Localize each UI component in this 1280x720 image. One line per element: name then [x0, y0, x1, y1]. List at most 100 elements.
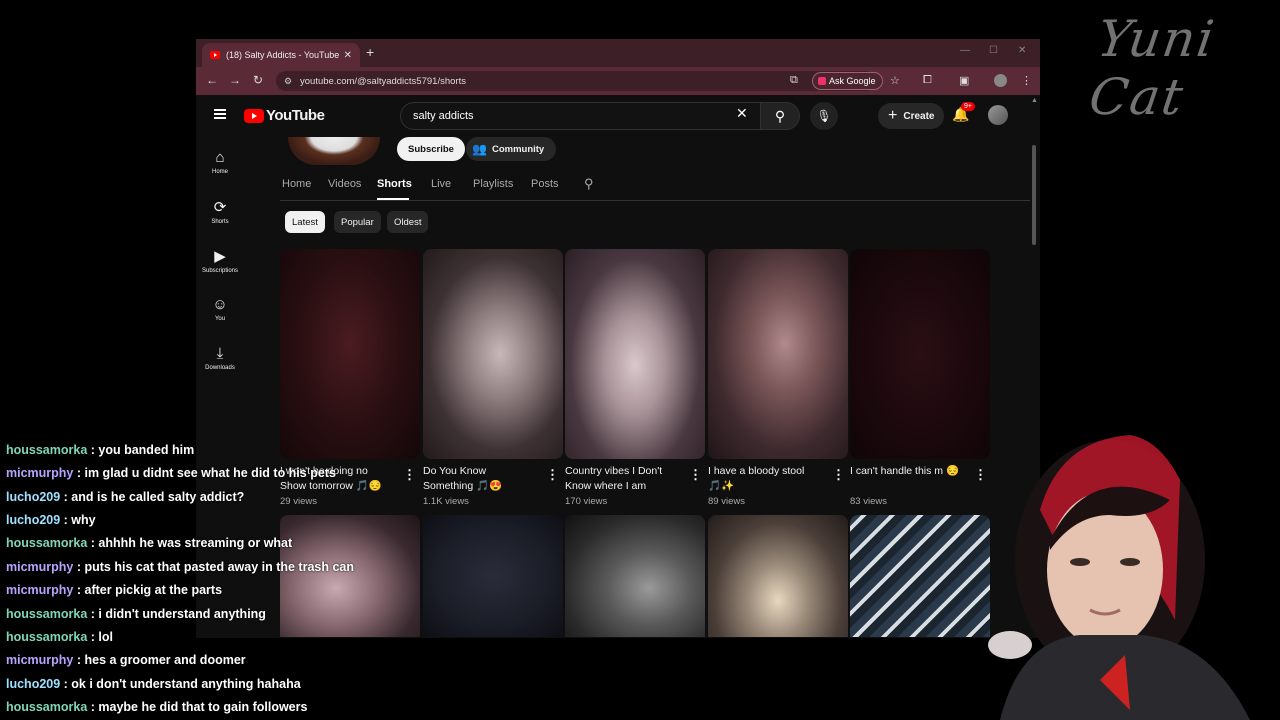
url-bar[interactable]: ⚙ youtube.com/@saltyaddicts5791/shorts [276, 71, 876, 91]
forward-icon[interactable]: → [229, 73, 241, 87]
short-more-icon[interactable]: ⋮ [546, 467, 559, 483]
search-input[interactable]: salty addicts [400, 102, 760, 130]
close-tab-icon[interactable]: ✕ [344, 50, 352, 61]
subscribe-button[interactable]: Subscribe [397, 137, 465, 161]
shorts-icon: ⟳ [213, 199, 227, 216]
browser-window: (18) Salty Addicts - YouTube ✕ + — ☐ ✕ ←… [196, 39, 1040, 638]
hamburger-menu-icon[interactable] [214, 109, 226, 119]
short-title[interactable]: I have a bloody stool 🎵✨ [708, 464, 830, 494]
sidebar-item-shorts[interactable]: ⟳ Shorts [196, 198, 244, 225]
tab-shorts[interactable]: Shorts [377, 178, 412, 190]
short-thumbnail[interactable] [850, 515, 990, 637]
plus-icon: + [888, 107, 898, 124]
voice-search-button[interactable]: 🎙 [810, 102, 838, 130]
short-more-icon[interactable]: ⋮ [689, 467, 702, 483]
subscriptions-icon: ▶ [214, 248, 226, 265]
short-thumbnail[interactable] [708, 249, 848, 459]
create-button[interactable]: + Create [878, 103, 945, 129]
short-thumbnail[interactable] [280, 515, 420, 637]
extensions-icon[interactable]: ⧠ [923, 74, 932, 87]
chat-message: houssamorka : lol [6, 630, 113, 644]
channel-search-icon[interactable]: ⚲ [584, 176, 594, 192]
sidebar-item-you[interactable]: ☺ You [196, 296, 244, 322]
short-more-icon[interactable]: ⋮ [403, 467, 416, 483]
close-window-icon[interactable]: ✕ [1018, 45, 1026, 56]
ask-google-button[interactable]: Ask Google [812, 72, 883, 90]
sidebar-item-home[interactable]: ⌂ Home [196, 149, 244, 175]
you-icon: ☺ [212, 296, 228, 313]
tab-bar: (18) Salty Addicts - YouTube ✕ + — ☐ ✕ [196, 39, 1040, 67]
community-icon: 👥 [472, 142, 487, 156]
bookmark-star-icon[interactable]: ☆ [890, 74, 900, 87]
short-thumbnail[interactable] [565, 249, 705, 459]
notification-badge: 9+ [961, 102, 975, 111]
tab-home[interactable]: Home [282, 178, 311, 190]
more-menu-icon[interactable]: ⋮ [1021, 74, 1032, 87]
yt-header: YouTube salty addicts ✕ ⚲ 🎙 + Create 🔔 9+ [196, 95, 1032, 137]
chat-message: houssamorka : maybe he did that to gain … [6, 700, 308, 714]
chat-message: houssamorka : i didn't understand anythi… [6, 607, 266, 621]
search-icon: ⚲ [774, 107, 786, 124]
tab-playlists[interactable]: Playlists [473, 178, 513, 190]
channel-avatar[interactable] [288, 137, 380, 165]
scroll-up-icon[interactable]: ▲ [1031, 97, 1038, 104]
split-view-icon[interactable]: ▣ [959, 74, 969, 87]
youtube-page: YouTube salty addicts ✕ ⚲ 🎙 + Create 🔔 9+… [196, 95, 1040, 638]
site-info-icon[interactable]: ⚙ [284, 76, 292, 87]
lens-icon [818, 77, 826, 85]
short-title[interactable]: Do You Know Something 🎵😍 [423, 464, 545, 494]
mic-icon: 🎙 [816, 109, 832, 123]
new-tab-icon[interactable]: + [366, 44, 374, 60]
chat-message: houssamorka : ahhhh he was streaming or … [6, 536, 293, 550]
chat-message: lucho209 : why [6, 513, 96, 527]
youtube-play-icon [244, 108, 264, 123]
home-icon: ⌂ [215, 149, 225, 166]
minimize-icon[interactable]: — [960, 45, 970, 56]
short-views: 29 views [280, 496, 317, 507]
chat-message: lucho209 : ok i don't understand anythin… [6, 677, 301, 691]
webcam-overlay [980, 420, 1280, 720]
chip-latest[interactable]: Latest [285, 211, 325, 233]
ask-google-label: Ask Google [829, 76, 876, 86]
clear-search-icon[interactable]: ✕ [736, 105, 748, 122]
tab-live[interactable]: Live [431, 178, 451, 190]
scrollbar[interactable] [1032, 145, 1036, 245]
short-title[interactable]: I can't handle this m 😔 [850, 464, 972, 479]
user-avatar[interactable] [988, 105, 1008, 125]
youtube-logo[interactable]: YouTube [244, 107, 325, 124]
short-thumbnail[interactable] [565, 515, 705, 637]
sidebar-item-downloads[interactable]: ⤓ Downloads [196, 345, 244, 371]
sidebar-item-subscriptions[interactable]: ▶ Subscriptions [196, 247, 244, 274]
install-app-icon[interactable]: ⧉ [790, 74, 798, 87]
community-button[interactable]: 👥 Community [466, 137, 557, 161]
tab-videos[interactable]: Videos [328, 178, 361, 190]
youtube-favicon-icon [210, 51, 220, 59]
profile-avatar[interactable] [994, 74, 1007, 87]
short-thumbnail[interactable] [423, 515, 563, 637]
back-icon[interactable]: ← [206, 73, 218, 87]
downloads-icon: ⤓ [216, 345, 224, 362]
short-views: 170 views [565, 496, 608, 507]
short-views: 1.1K views [423, 496, 469, 507]
short-views: 89 views [708, 496, 745, 507]
short-thumbnail[interactable] [708, 515, 848, 637]
chat-message: lucho209 : and is he called salty addict… [6, 490, 245, 504]
short-thumbnail[interactable] [280, 249, 420, 459]
short-title[interactable]: Country vibes I Don't Know where I am [565, 464, 687, 494]
short-views: 83 views [850, 496, 887, 507]
short-more-icon[interactable]: ⋮ [832, 467, 845, 483]
tab-title: (18) Salty Addicts - YouTube [226, 50, 340, 60]
chip-popular[interactable]: Popular [334, 211, 381, 233]
tab-posts[interactable]: Posts [531, 178, 559, 190]
chat-message: houssamorka : you banded him [6, 443, 195, 457]
url-text: youtube.com/@saltyaddicts5791/shorts [300, 75, 466, 87]
browser-tab[interactable]: (18) Salty Addicts - YouTube ✕ [202, 43, 360, 67]
short-thumbnail[interactable] [850, 249, 990, 459]
search-button[interactable]: ⚲ [760, 102, 800, 130]
chat-message: micmurphy : im glad u didnt see what he … [6, 466, 336, 480]
chip-oldest[interactable]: Oldest [387, 211, 429, 233]
reload-icon[interactable]: ↻ [253, 73, 263, 87]
maximize-icon[interactable]: ☐ [989, 45, 998, 56]
address-toolbar: ← → ↻ ⚙ youtube.com/@saltyaddicts5791/sh… [196, 67, 1040, 95]
short-thumbnail[interactable] [423, 249, 563, 459]
